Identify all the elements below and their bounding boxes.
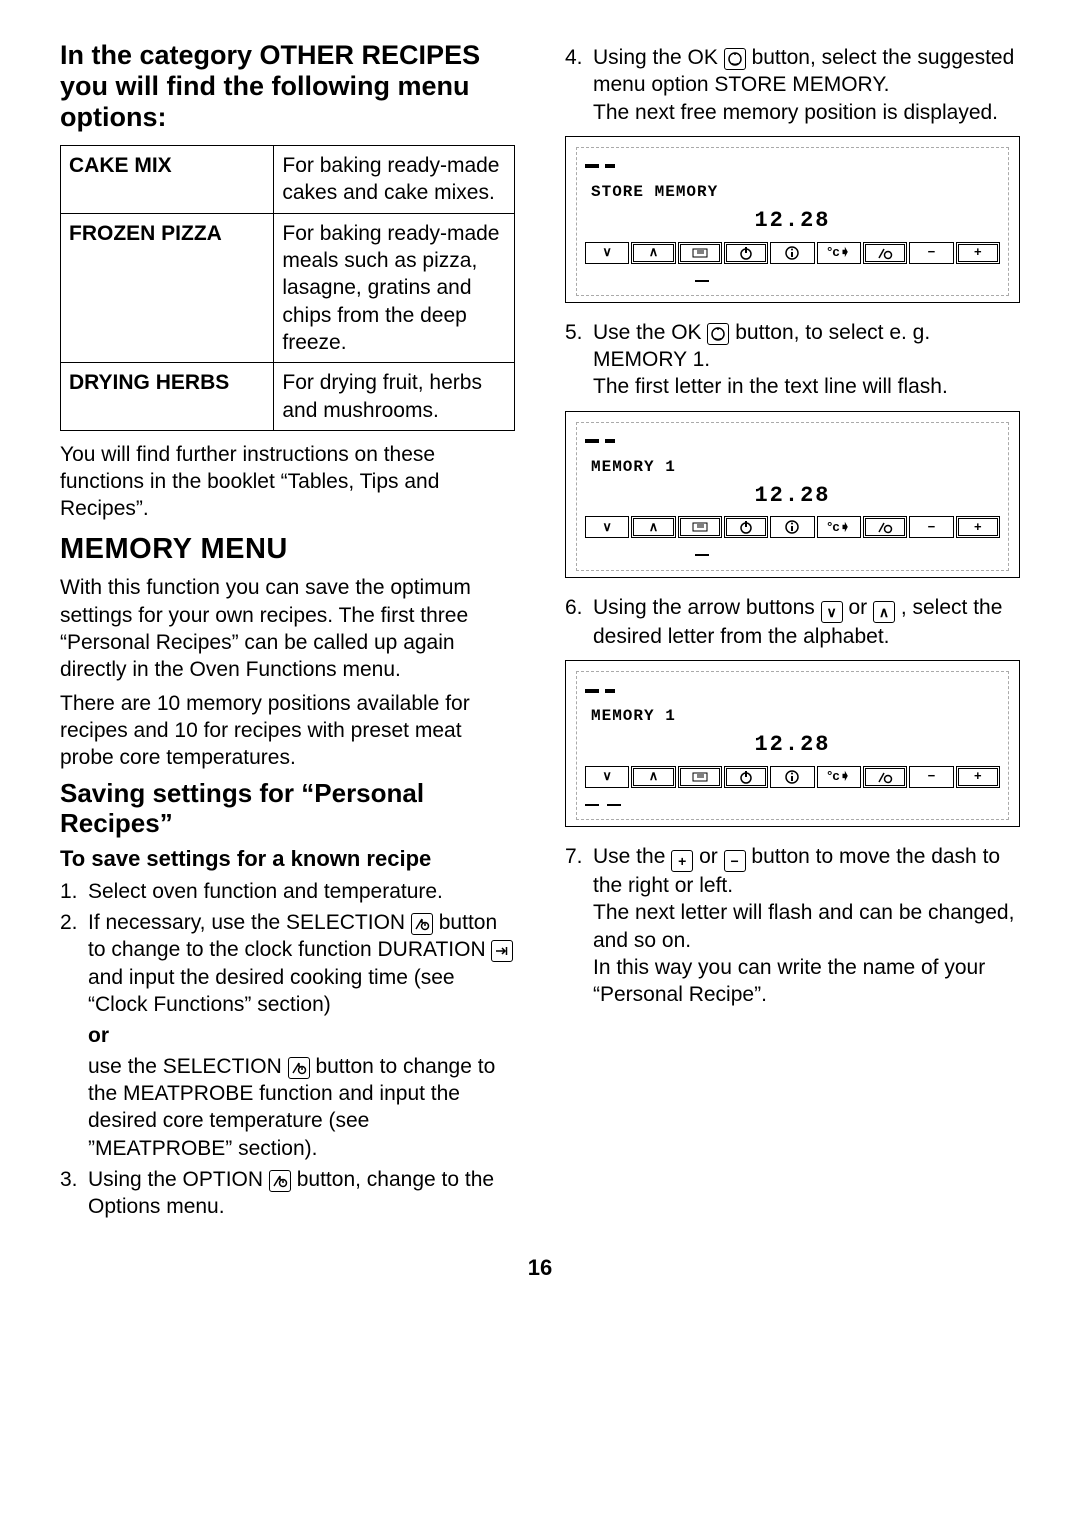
step-1-text: Select oven function and temperature. [88,878,515,905]
memory-para-1: With this function you can save the opti… [60,574,515,683]
lcd-panel-store-memory: STORE MEMORY 12.28 ∨ ∧ °c➧ − + [565,136,1020,303]
lcd2-time: 12.28 [585,482,1000,511]
frozenpizza-label: FROZEN PIZZA [61,213,274,362]
steps-list-right-6: 6. Using the arrow buttons ∨ or ∧ , sele… [565,594,1020,650]
step-3-text-a: Using the OPTION [88,1168,269,1191]
info-button[interactable] [770,766,814,788]
option-icon [269,1170,291,1192]
saving-settings-heading: Saving settings for “Personal Recipes” [60,779,515,839]
ok-icon [724,48,746,70]
down-button[interactable]: ∨ [585,766,629,788]
cakemix-desc: For baking ready-made cakes and cake mix… [274,146,515,214]
other-recipes-heading: In the category OTHER RECIPES you will f… [60,40,515,133]
option-button[interactable] [863,242,907,264]
step-4-text-a: Using the OK [593,46,724,69]
lcd3-time: 12.28 [585,731,1000,760]
option-button[interactable] [863,766,907,788]
lcd-panel-memory-1: MEMORY 1 12.28 ∨ ∧ °c➧ − + [565,411,1020,578]
lcd-button-row: ∨ ∧ °c➧ − + [585,766,1000,788]
steps-list-right: 4. Using the OK button, select the sugge… [565,44,1020,126]
step-6-text-b: or [848,596,873,619]
duration-icon [491,940,513,962]
after-table-para: You will find further instructions on th… [60,441,515,523]
table-row: DRYING HERBS For drying fruit, herbs and… [61,363,515,431]
step-2: 2. If necessary, use the SELECTION butto… [60,909,515,1018]
down-button[interactable]: ∨ [585,516,629,538]
step-7-text-b: or [699,845,724,868]
recipe-options-table: CAKE MIX For baking ready-made cakes and… [60,145,515,431]
page-number: 16 [60,1254,1020,1283]
right-column: 4. Using the OK button, select the sugge… [565,40,1020,1224]
down-button[interactable]: ∨ [585,242,629,264]
selection-icon [411,913,433,935]
steps-list-cont: 3. Using the OPTION button, change to th… [60,1166,515,1221]
lcd-panel-memory-1-edit: MEMORY 1 12.28 ∨ ∧ °c➧ − + [565,660,1020,827]
up-button[interactable]: ∧ [631,242,675,264]
memory-para-2: There are 10 memory positions available … [60,690,515,772]
minus-button[interactable]: − [909,516,953,538]
cakemix-label: CAKE MIX [61,146,274,214]
plus-button[interactable]: + [956,516,1000,538]
steps-list: 1. Select oven function and temperature.… [60,878,515,1018]
lcd1-time: 12.28 [585,207,1000,236]
table-row: CAKE MIX For baking ready-made cakes and… [61,146,515,214]
plus-button[interactable]: + [956,766,1000,788]
temp-button[interactable]: °c➧ [817,516,861,538]
step-1: 1. Select oven function and temperature. [60,878,515,905]
temp-button[interactable]: °c➧ [817,766,861,788]
minus-button[interactable]: − [909,766,953,788]
save-known-recipe-heading: To save settings for a known recipe [60,845,515,874]
steps-list-right-7: 7. Use the + or − button to move the das… [565,843,1020,1008]
frozenpizza-desc: For baking ready-made meals such as pizz… [274,213,515,362]
step-7-text-e: In this way you can write the name of yo… [593,956,985,1006]
step-3: 3. Using the OPTION button, change to th… [60,1166,515,1221]
step-2alt-text-a: use the SELECTION [88,1055,288,1078]
step-6-text-a: Using the arrow buttons [593,596,821,619]
step-4: 4. Using the OK button, select the sugge… [565,44,1020,126]
temp-button[interactable]: °c➧ [817,242,861,264]
step-2-text-a: If necessary, use the SELECTION [88,911,411,934]
step-4-text-c: The next free memory position is display… [593,101,998,124]
step-5-text-c: The first letter in the text line will f… [593,375,948,398]
display-button[interactable] [678,516,722,538]
table-row: FROZEN PIZZA For baking ready-made meals… [61,213,515,362]
selection-icon [288,1057,310,1079]
arrow-down-icon: ∨ [821,601,843,623]
minus-button[interactable]: − [909,242,953,264]
steps-list-right-5: 5. Use the OK button, to select e. g. ME… [565,319,1020,401]
up-button[interactable]: ∧ [631,516,675,538]
lcd-button-row: ∨ ∧ °c➧ − + [585,242,1000,264]
left-column: In the category OTHER RECIPES you will f… [60,40,515,1224]
display-button[interactable] [678,242,722,264]
step-2-text-c: and input the desired cooking time (see … [88,966,455,1016]
arrow-up-icon: ∧ [873,601,895,623]
lcd2-line1: MEMORY 1 [591,457,1000,478]
lcd1-line1: STORE MEMORY [591,182,1000,203]
step-7-text-a: Use the [593,845,671,868]
step-5-text-a: Use the OK [593,321,707,344]
up-button[interactable]: ∧ [631,766,675,788]
ok-icon [707,323,729,345]
plus-button[interactable]: + [956,242,1000,264]
lcd-button-row: ∨ ∧ °c➧ − + [585,516,1000,538]
display-button[interactable] [678,766,722,788]
plus-icon: + [671,850,693,872]
minus-icon: − [724,850,746,872]
dryingherbs-label: DRYING HERBS [61,363,274,431]
step-2-alt: use the SELECTION button to change to th… [88,1053,515,1162]
dryingherbs-desc: For drying fruit, herbs and mushrooms. [274,363,515,431]
lcd3-line1: MEMORY 1 [591,706,1000,727]
option-button[interactable] [863,516,907,538]
info-button[interactable] [770,516,814,538]
info-button[interactable] [770,242,814,264]
step-6: 6. Using the arrow buttons ∨ or ∧ , sele… [565,594,1020,650]
step-7: 7. Use the + or − button to move the das… [565,843,1020,1008]
step-7-text-d: The next letter will flash and can be ch… [593,901,1014,951]
power-button[interactable] [724,766,768,788]
power-button[interactable] [724,242,768,264]
step-5: 5. Use the OK button, to select e. g. ME… [565,319,1020,401]
or-separator: or [88,1022,515,1049]
memory-menu-heading: MEMORY MENU [60,531,515,569]
power-button[interactable] [724,516,768,538]
